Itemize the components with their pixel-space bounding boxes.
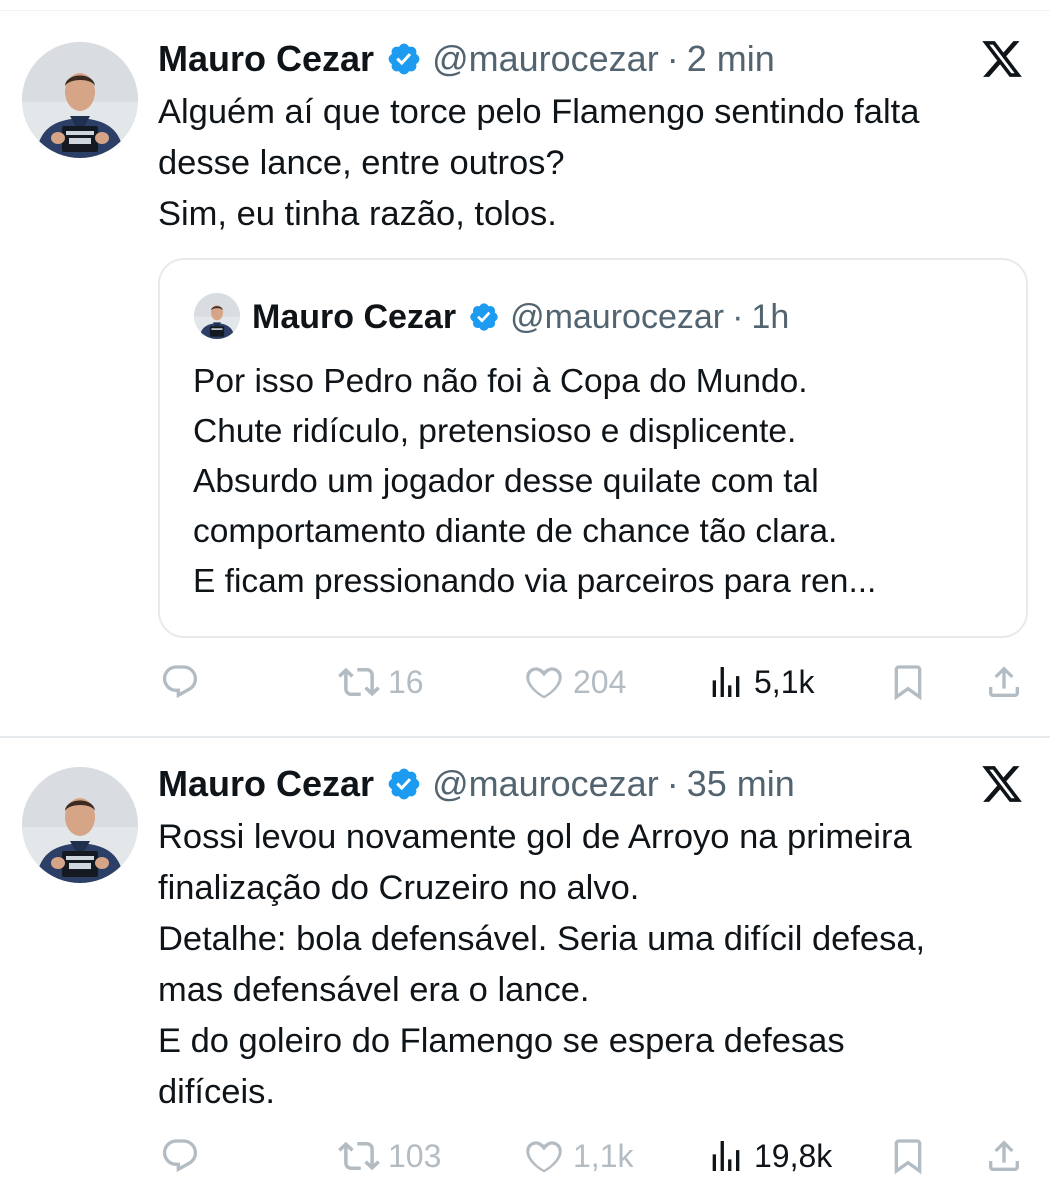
tweet-text-line: Alguém aí que torce pelo Flamengo sentin… (158, 93, 920, 131)
bookmark-icon (894, 1139, 922, 1175)
quoted-timestamp: 1h (751, 298, 790, 336)
avatar[interactable] (22, 42, 138, 158)
separator-dot: · (666, 38, 679, 79)
bookmark-button[interactable] (888, 1131, 928, 1181)
like-count: 204 (573, 663, 627, 700)
reply-button[interactable] (160, 657, 200, 707)
retweet-count: 103 (388, 1137, 442, 1174)
author-name[interactable]: Mauro Cezar (158, 37, 374, 81)
tweet-text-line: E do goleiro do Flamengo se espera defes… (158, 1022, 845, 1060)
tweet-header: Mauro Cezar @maurocezar · 2 min (158, 37, 775, 81)
retweet-count: 16 (388, 663, 424, 700)
tweet-text-line: mas defensável era o lance. (158, 971, 590, 1009)
separator-dot: · (666, 763, 679, 804)
retweet-icon (338, 667, 380, 697)
tweet-text-line: difíceis. (158, 1073, 275, 1111)
tweet-text-line: Sim, eu tinha razão, tolos. (158, 195, 557, 233)
views-icon (712, 1141, 740, 1171)
tweet-header: Mauro Cezar @maurocezar · 35 min (158, 762, 795, 806)
verified-badge-icon (470, 303, 498, 331)
tweet-divider (0, 736, 1050, 738)
tweet-text-line: Detalhe: bola defensável. Seria uma difí… (158, 920, 926, 958)
reply-icon (162, 1139, 198, 1173)
share-button[interactable] (984, 1131, 1024, 1181)
quoted-text-line: Chute ridículo, pretensioso e displicent… (193, 413, 797, 450)
verified-badge-icon (388, 43, 420, 75)
quoted-text-line: E ficam pressionando via parceiros para … (193, 563, 877, 600)
quoted-text: Por isso Pedro não foi à Copa do Mundo. … (193, 357, 876, 607)
views-button[interactable]: 19,8k (706, 1131, 832, 1181)
tweet-text-line: desse lance, entre outros? (158, 144, 565, 182)
separator-dot: · (732, 298, 744, 336)
like-count: 1,1k (573, 1137, 634, 1174)
retweet-button[interactable]: 103 (338, 1131, 441, 1181)
retweet-button[interactable]: 16 (338, 657, 424, 707)
quoted-text-line: Absurdo um jogador desse quilate com tal (193, 463, 819, 500)
quoted-avatar (194, 293, 240, 339)
tweet-actions: 103 1,1k 19,8k (158, 1131, 1028, 1181)
quoted-author-handle: @maurocezar (510, 298, 725, 336)
retweet-icon (338, 1141, 380, 1171)
tweet-text: Rossi levou novamente gol de Arroyo na p… (158, 812, 925, 1118)
views-count: 19,8k (754, 1137, 833, 1174)
x-logo-icon[interactable] (980, 37, 1024, 81)
quoted-text-line: Por isso Pedro não foi à Copa do Mundo. (193, 363, 808, 400)
avatar[interactable] (22, 767, 138, 883)
quoted-author-name: Mauro Cezar (252, 298, 457, 336)
quoted-text-line: comportamento diante de chance tão clara… (193, 513, 838, 550)
tweet-actions: 16 204 5,1k (158, 657, 1028, 707)
quoted-tweet[interactable]: Mauro Cezar @maurocezar · 1h Por isso Pe… (158, 258, 1028, 638)
heart-icon (526, 1141, 562, 1173)
like-button[interactable]: 204 (523, 657, 626, 707)
views-button[interactable]: 5,1k (706, 657, 814, 707)
quoted-header: Mauro Cezar @maurocezar · 1h (252, 296, 789, 338)
timestamp[interactable]: 35 min (687, 762, 795, 806)
bookmark-icon (894, 665, 922, 701)
views-icon (712, 667, 740, 697)
verified-badge-icon (388, 768, 420, 800)
author-handle[interactable]: @maurocezar (432, 762, 659, 806)
author-handle[interactable]: @maurocezar (432, 37, 659, 81)
bookmark-button[interactable] (888, 657, 928, 707)
timestamp[interactable]: 2 min (687, 37, 775, 81)
reply-icon (162, 665, 198, 699)
views-count: 5,1k (754, 663, 815, 700)
reply-button[interactable] (160, 1131, 200, 1181)
tweet-text: Alguém aí que torce pelo Flamengo sentin… (158, 87, 919, 240)
top-divider (0, 10, 1050, 11)
tweet-text-line: finalização do Cruzeiro no alvo. (158, 869, 640, 907)
share-icon (989, 666, 1019, 697)
like-button[interactable]: 1,1k (523, 1131, 633, 1181)
tweet-text-line: Rossi levou novamente gol de Arroyo na p… (158, 818, 912, 856)
author-name[interactable]: Mauro Cezar (158, 762, 374, 806)
x-logo-icon[interactable] (980, 762, 1024, 806)
heart-icon (526, 667, 562, 699)
share-button[interactable] (984, 657, 1024, 707)
share-icon (989, 1140, 1019, 1171)
